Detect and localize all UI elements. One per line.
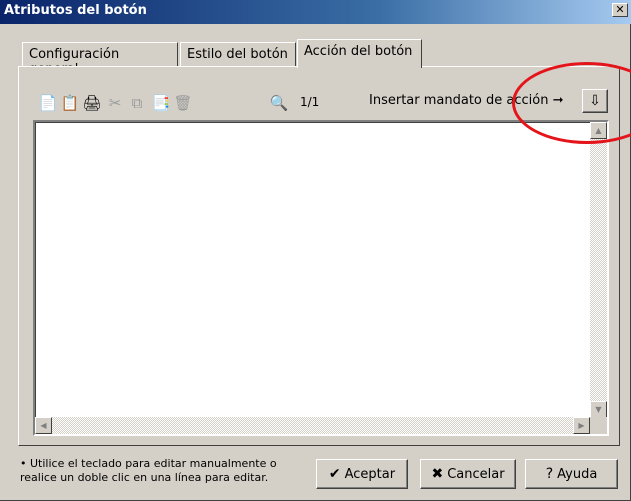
window-title: Atributos del botón <box>4 3 147 18</box>
horizontal-scrollbar[interactable]: ◀ ▶ <box>35 417 590 434</box>
copy-icon[interactable]: ⧉ <box>126 92 148 114</box>
help-hint: • Utilice el teclado para editar manualm… <box>20 457 310 485</box>
title-bar[interactable]: Atributos del botón ✕ <box>0 0 631 24</box>
scroll-up-button[interactable]: ▲ <box>590 122 607 139</box>
accept-icon: ✔ <box>328 466 341 482</box>
cancel-icon: ✖ <box>431 466 444 482</box>
hint-line: realice un doble clic en una línea para … <box>20 471 269 484</box>
tab-label: Estilo del botón <box>187 47 288 62</box>
delete-icon[interactable]: 🗑 <box>172 92 194 114</box>
paste-above-icon[interactable]: 📋 <box>59 92 81 114</box>
scroll-down-button[interactable]: ▼ <box>590 401 607 418</box>
tab-button-action[interactable]: Acción del botón <box>297 39 422 68</box>
page-count: 1/1 <box>300 95 320 109</box>
print-icon[interactable]: 🖨 <box>81 92 103 114</box>
accept-button[interactable]: ✔ Aceptar <box>316 459 408 489</box>
scroll-right-button[interactable]: ▶ <box>573 417 590 434</box>
cancel-button[interactable]: ✖ Cancelar <box>420 459 516 489</box>
accept-label: Aceptar <box>344 466 396 482</box>
dialog-window: Atributos del botón ✕ Configuración gene… <box>0 0 631 501</box>
hint-line: • Utilice el teclado para editar manualm… <box>20 457 277 470</box>
help-icon: ? <box>545 466 554 482</box>
find-icon[interactable]: 🔍 <box>268 92 290 114</box>
scroll-corner <box>590 417 607 434</box>
cut-icon[interactable]: ✂ <box>104 92 126 114</box>
help-label: Ayuda <box>557 466 598 482</box>
help-button[interactable]: ? Ayuda <box>525 459 618 489</box>
close-button[interactable]: ✕ <box>612 3 628 17</box>
tab-button-style[interactable]: Estilo del botón <box>180 42 296 66</box>
insert-action-label: Insertar mandato de acción ➞ <box>369 93 564 108</box>
paste-icon[interactable]: 📑 <box>150 92 172 114</box>
new-line-icon[interactable]: 📄 <box>37 92 59 114</box>
vertical-scrollbar[interactable]: ▲ ▼ <box>590 122 607 418</box>
tab-general-settings[interactable]: Configuración general <box>22 42 178 77</box>
insert-action-button[interactable]: ⇩ <box>582 89 608 113</box>
action-editor[interactable]: ▲ ▼ ◀ ▶ <box>33 120 609 436</box>
cancel-label: Cancelar <box>447 466 505 482</box>
scroll-left-button[interactable]: ◀ <box>35 417 52 434</box>
arrow-down-icon: ⇩ <box>589 93 601 109</box>
tab-label: Acción del botón <box>304 44 413 59</box>
